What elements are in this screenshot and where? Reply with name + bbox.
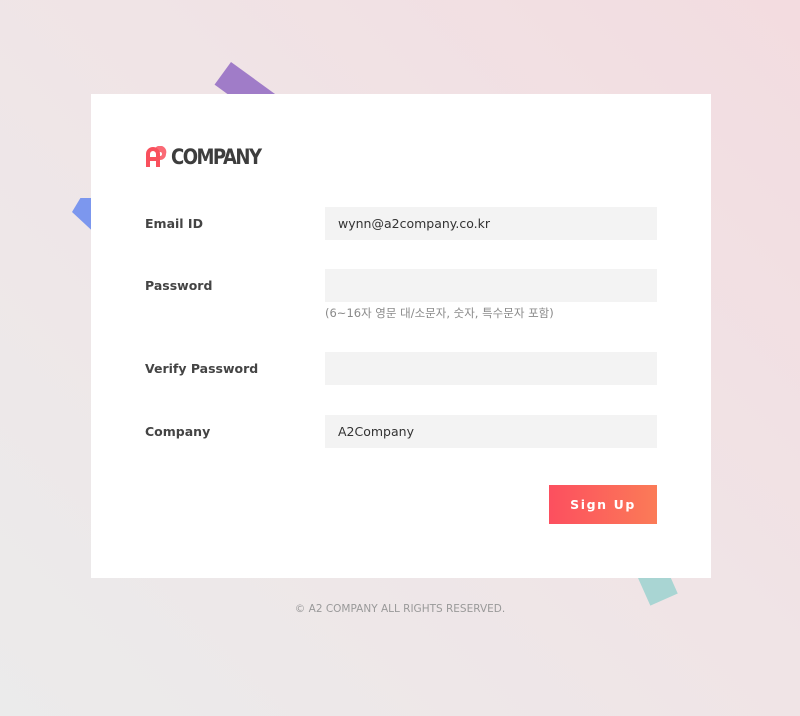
company-label: Company [145, 424, 211, 439]
password-label: Password [145, 278, 213, 293]
sign-up-button[interactable]: Sign Up [549, 485, 657, 524]
verify-password-input[interactable] [325, 352, 657, 385]
verify-password-label: Verify Password [145, 361, 259, 376]
a2-logo-mark-icon [146, 146, 167, 167]
password-hint: (6~16자 영문 대/소문자, 숫자, 특수문자 포함) [325, 306, 554, 320]
company-logo: COMPANY [145, 146, 275, 168]
email-input[interactable] [325, 207, 657, 240]
signup-card: COMPANY Email ID Password (6~16자 영문 대/소문… [91, 94, 711, 578]
logo-text: COMPANY [171, 145, 262, 169]
password-input[interactable] [325, 269, 657, 302]
email-label: Email ID [145, 216, 203, 231]
company-input[interactable] [325, 415, 657, 448]
footer-copyright: © A2 COMPANY ALL RIGHTS RESERVED. [294, 603, 506, 615]
